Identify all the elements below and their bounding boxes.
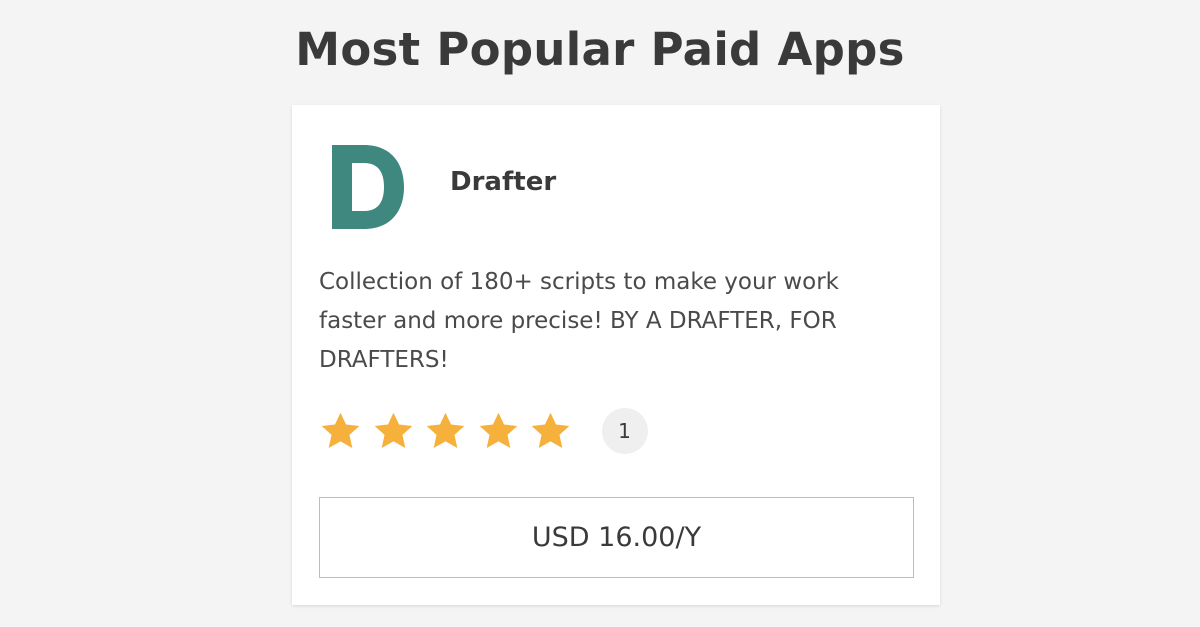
letter-d-logo-shape <box>332 145 404 229</box>
rating-row: 1 <box>319 406 648 456</box>
review-count-badge[interactable]: 1 <box>601 408 648 454</box>
star-icon <box>529 410 572 453</box>
star-icon <box>477 410 520 453</box>
app-name-link[interactable]: Drafter <box>450 167 556 197</box>
page-title: Most Popular Paid Apps <box>295 23 905 76</box>
logo-letter: D <box>320 139 321 140</box>
star-icon <box>372 410 415 453</box>
star-icon <box>319 410 362 453</box>
price-button[interactable]: USD 16.00/Y <box>319 497 914 578</box>
app-card: D Drafter Collection of 180+ scripts to … <box>292 105 940 605</box>
star-icon <box>424 410 467 453</box>
app-logo[interactable]: D <box>320 139 416 235</box>
star-rating <box>319 410 582 453</box>
app-description: Collection of 180+ scripts to make your … <box>319 269 839 373</box>
